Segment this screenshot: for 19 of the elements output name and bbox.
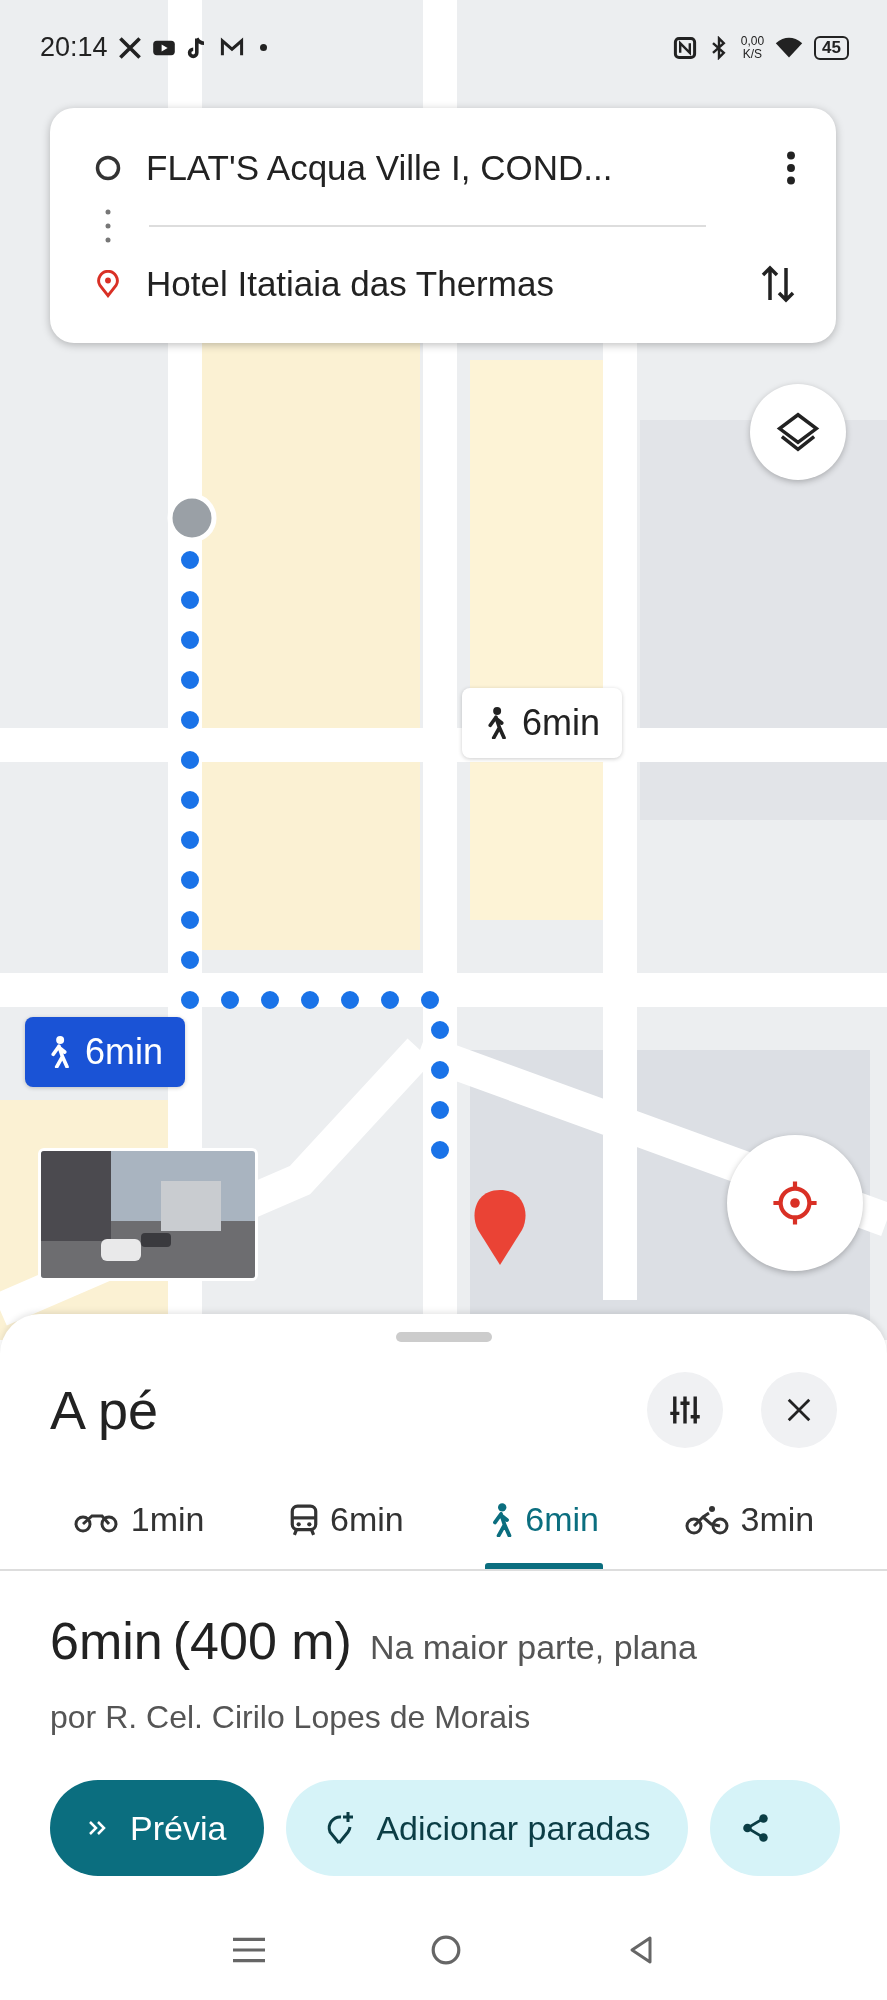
- close-icon: [785, 1396, 813, 1424]
- travel-mode-tab[interactable]: 6min: [286, 1490, 408, 1569]
- terrain-note: Na maior parte, plana: [369, 1628, 697, 1667]
- bicycle-icon: [684, 1504, 729, 1535]
- train-icon: [290, 1503, 318, 1536]
- duration-text: 6min: [50, 1611, 163, 1671]
- travel-mode-tab[interactable]: 1min: [68, 1490, 209, 1569]
- distance-text: (400 m): [172, 1611, 352, 1671]
- travel-mode-tab[interactable]: 3min: [680, 1490, 819, 1569]
- double-chevron-icon: [88, 1820, 108, 1836]
- back-icon[interactable]: [628, 1935, 655, 1965]
- preview-button[interactable]: Prévia: [50, 1780, 265, 1876]
- home-icon[interactable]: [430, 1934, 463, 1966]
- sheet-title: A pé: [50, 1379, 160, 1441]
- travel-mode-tab[interactable]: 6min: [485, 1490, 603, 1569]
- add-stops-button[interactable]: Adicionar paradas: [286, 1780, 689, 1876]
- sliders-icon: [668, 1393, 702, 1427]
- menu-icon[interactable]: [232, 1936, 265, 1964]
- route-via-text: por R. Cel. Cirilo Lopes de Morais: [49, 1698, 532, 1736]
